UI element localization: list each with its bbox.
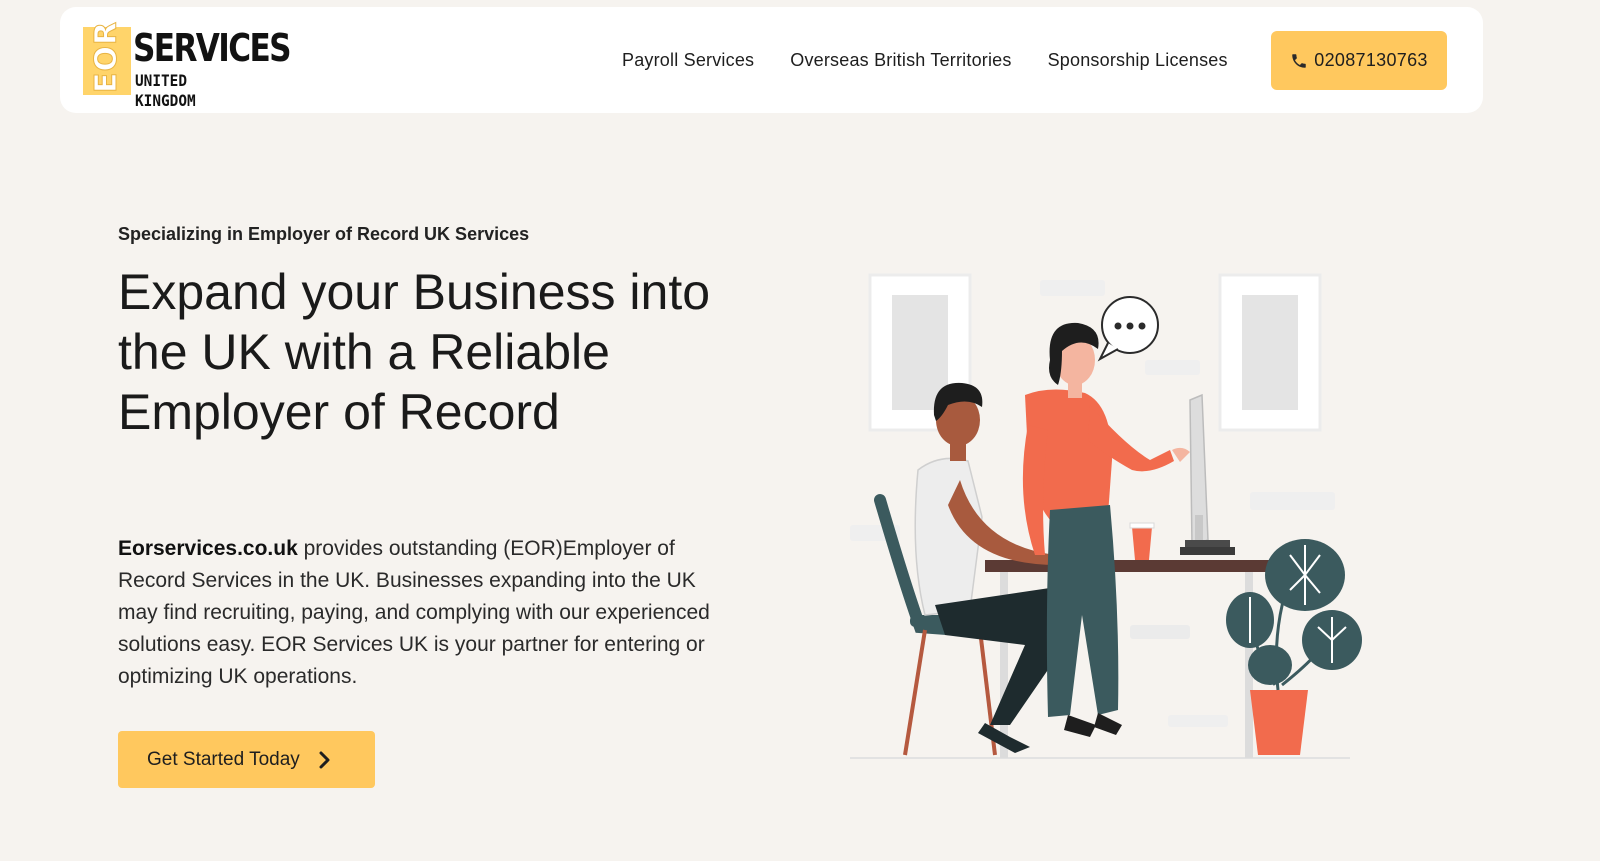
hero-description-brand: Eorservices.co.uk	[118, 537, 298, 560]
office-illustration	[850, 273, 1362, 759]
phone-button[interactable]: 02087130763	[1271, 31, 1447, 90]
chevron-right-icon	[319, 751, 330, 768]
picture-frame-right	[1218, 273, 1322, 432]
get-started-button[interactable]: Get Started Today	[118, 731, 375, 788]
nav-link-sponsorship-licenses[interactable]: Sponsorship Licenses	[1048, 50, 1228, 71]
hero-eyebrow: Specializing in Employer of Record UK Se…	[118, 224, 530, 244]
phone-number: 02087130763	[1314, 50, 1428, 70]
get-started-label: Get Started Today	[147, 748, 300, 770]
logo-wordmark: SERVICES	[133, 26, 292, 70]
nav-link-overseas-british-territories[interactable]: Overseas British Territories	[790, 50, 1011, 71]
logo-mark: EOR	[83, 20, 131, 95]
speech-bubble-icon	[1097, 296, 1159, 362]
logo-mark-text: EOR	[89, 20, 125, 93]
main-nav: Payroll Services Overseas British Territ…	[622, 7, 1264, 113]
standing-woman	[1022, 322, 1190, 737]
phone-icon	[1292, 53, 1307, 68]
hero-description: Eorservices.co.uk provides outstanding (…	[118, 533, 728, 693]
logo-tagline: UNITED KINGDOM	[135, 71, 196, 110]
site-logo[interactable]: EOR SERVICES UNITED KINGDOM	[83, 20, 292, 110]
coffee-cup	[1129, 522, 1155, 560]
hero-headline: Expand your Business into the UK with a …	[118, 264, 711, 440]
site-header: EOR SERVICES UNITED KINGDOM Payroll Serv…	[60, 7, 1483, 113]
nav-link-payroll-services[interactable]: Payroll Services	[622, 50, 754, 71]
